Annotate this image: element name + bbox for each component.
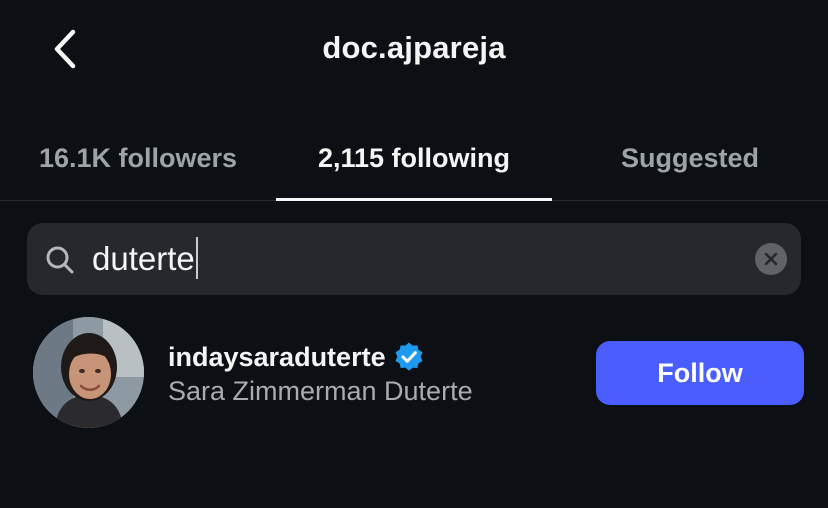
verified-badge-icon — [395, 342, 423, 371]
list-item[interactable]: indaysaraduterte Sara Zimmerman Duterte … — [0, 312, 828, 436]
page-title: doc.ajpareja — [322, 30, 506, 65]
text-cursor — [195, 237, 198, 280]
tab-following[interactable]: 2,115 following — [276, 118, 552, 200]
follow-button[interactable]: Follow — [596, 341, 804, 405]
search-input-value: duterte — [92, 240, 195, 277]
tab-suggested[interactable]: Suggested — [552, 118, 828, 200]
username[interactable]: indaysaraduterte — [168, 342, 386, 373]
tab-followers[interactable]: 16.1K followers — [0, 118, 276, 200]
profile-photo — [33, 317, 144, 428]
top-bar: doc.ajpareja — [0, 0, 828, 100]
username-line: indaysaraduterte — [168, 339, 425, 375]
tab-bar: 16.1K followers 2,115 following Suggeste… — [0, 118, 828, 201]
search-field[interactable]: duterte — [27, 223, 801, 295]
active-tab-indicator — [276, 198, 552, 201]
full-name: Sara Zimmerman Duterte — [168, 376, 473, 406]
clear-search-button[interactable] — [755, 243, 787, 275]
avatar[interactable] — [33, 317, 144, 428]
search-icon — [46, 246, 74, 274]
clear-icon — [764, 252, 778, 266]
search-input[interactable]: duterte — [92, 236, 198, 282]
